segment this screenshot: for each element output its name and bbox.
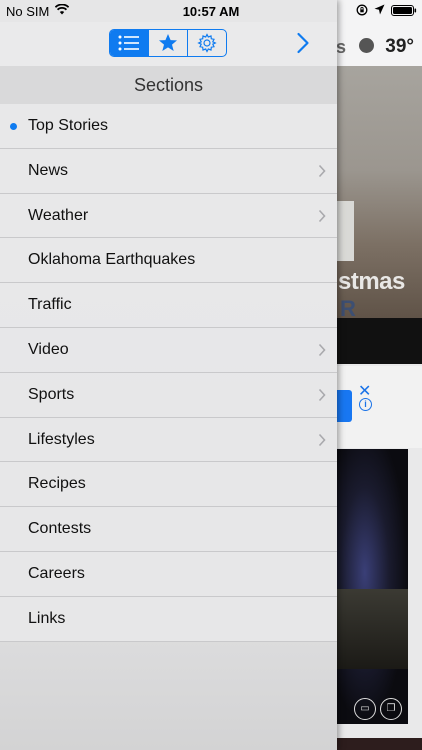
settings-tab[interactable]	[188, 30, 226, 56]
background-bottom-item	[336, 738, 422, 750]
selected-indicator-icon	[10, 123, 17, 130]
chevron-right-icon	[318, 388, 326, 401]
sections-list: Top Stories News Weather Oklahoma Earthquak…	[0, 104, 337, 642]
section-item-recipes[interactable]: Recipes	[0, 462, 337, 508]
video-thumbnail[interactable]: ▭ ❐	[336, 449, 408, 724]
hero-sign	[336, 201, 354, 261]
section-item-weather[interactable]: Weather	[0, 193, 337, 239]
section-item-label: Careers	[28, 564, 85, 582]
section-item-label: Video	[28, 340, 69, 358]
section-item-label: Contests	[28, 520, 92, 538]
chevron-right-icon	[318, 164, 326, 177]
sections-tab[interactable]	[110, 30, 149, 56]
section-item-oklahoma-earthquakes[interactable]: Oklahoma Earthquakes	[0, 238, 337, 284]
section-item-label: Weather	[28, 206, 89, 224]
hero-headline-2: R	[340, 296, 356, 321]
section-item-label: News	[28, 161, 69, 179]
hero-headline: stmas	[338, 268, 405, 295]
section-item-label: Sports	[28, 385, 75, 403]
list-icon	[118, 35, 139, 51]
section-item-careers[interactable]: Careers	[0, 551, 337, 597]
section-item-links[interactable]: Links	[0, 596, 337, 642]
section-item-top-stories[interactable]: Top Stories	[0, 104, 337, 149]
section-item-video[interactable]: Video	[0, 327, 337, 373]
chevron-right-icon[interactable]	[296, 32, 310, 54]
section-item-traffic[interactable]: Traffic	[0, 283, 337, 328]
ad-button[interactable]	[336, 390, 352, 422]
background-header-text: s	[336, 37, 347, 57]
video-ground	[336, 589, 408, 669]
ad-info-icon[interactable]: i	[359, 398, 372, 411]
gear-icon	[197, 33, 217, 53]
chevron-right-icon	[318, 209, 326, 222]
menu-segmented-control	[109, 29, 227, 57]
hero-banner-strip	[336, 318, 422, 364]
section-item-label: Top Stories	[28, 117, 109, 134]
menu-toolbar	[0, 22, 337, 66]
chevron-right-icon	[318, 433, 326, 446]
section-item-label: Links	[28, 609, 66, 627]
copy-icon[interactable]: ❐	[380, 698, 402, 720]
video-camera-icon[interactable]: ▭	[354, 698, 376, 720]
sections-header: Sections	[0, 66, 337, 104]
section-item-label: Oklahoma Earthquakes	[28, 251, 196, 269]
weather-moon-icon	[359, 38, 374, 53]
temperature-label[interactable]: 39°	[385, 36, 414, 58]
section-item-contests[interactable]: Contests	[0, 507, 337, 552]
rotation-lock-icon	[356, 4, 368, 16]
section-item-label: Traffic	[28, 296, 72, 314]
star-icon	[159, 34, 177, 51]
chevron-right-icon	[318, 343, 326, 357]
location-arrow-icon	[374, 4, 385, 15]
battery-icon	[391, 5, 417, 16]
favorites-tab[interactable]	[149, 30, 188, 56]
section-item-lifestyles[interactable]: Lifestyles	[0, 417, 337, 463]
section-item-label: Recipes	[28, 475, 86, 493]
side-menu-panel: Sections Top Stories News Weather Oklahoma …	[0, 0, 337, 750]
section-item-label: Lifestyles	[28, 430, 95, 448]
status-bar: No SIM 10:57 AM	[0, 0, 422, 22]
section-item-sports[interactable]: Sports	[0, 372, 337, 418]
section-item-news[interactable]: News	[0, 148, 337, 194]
